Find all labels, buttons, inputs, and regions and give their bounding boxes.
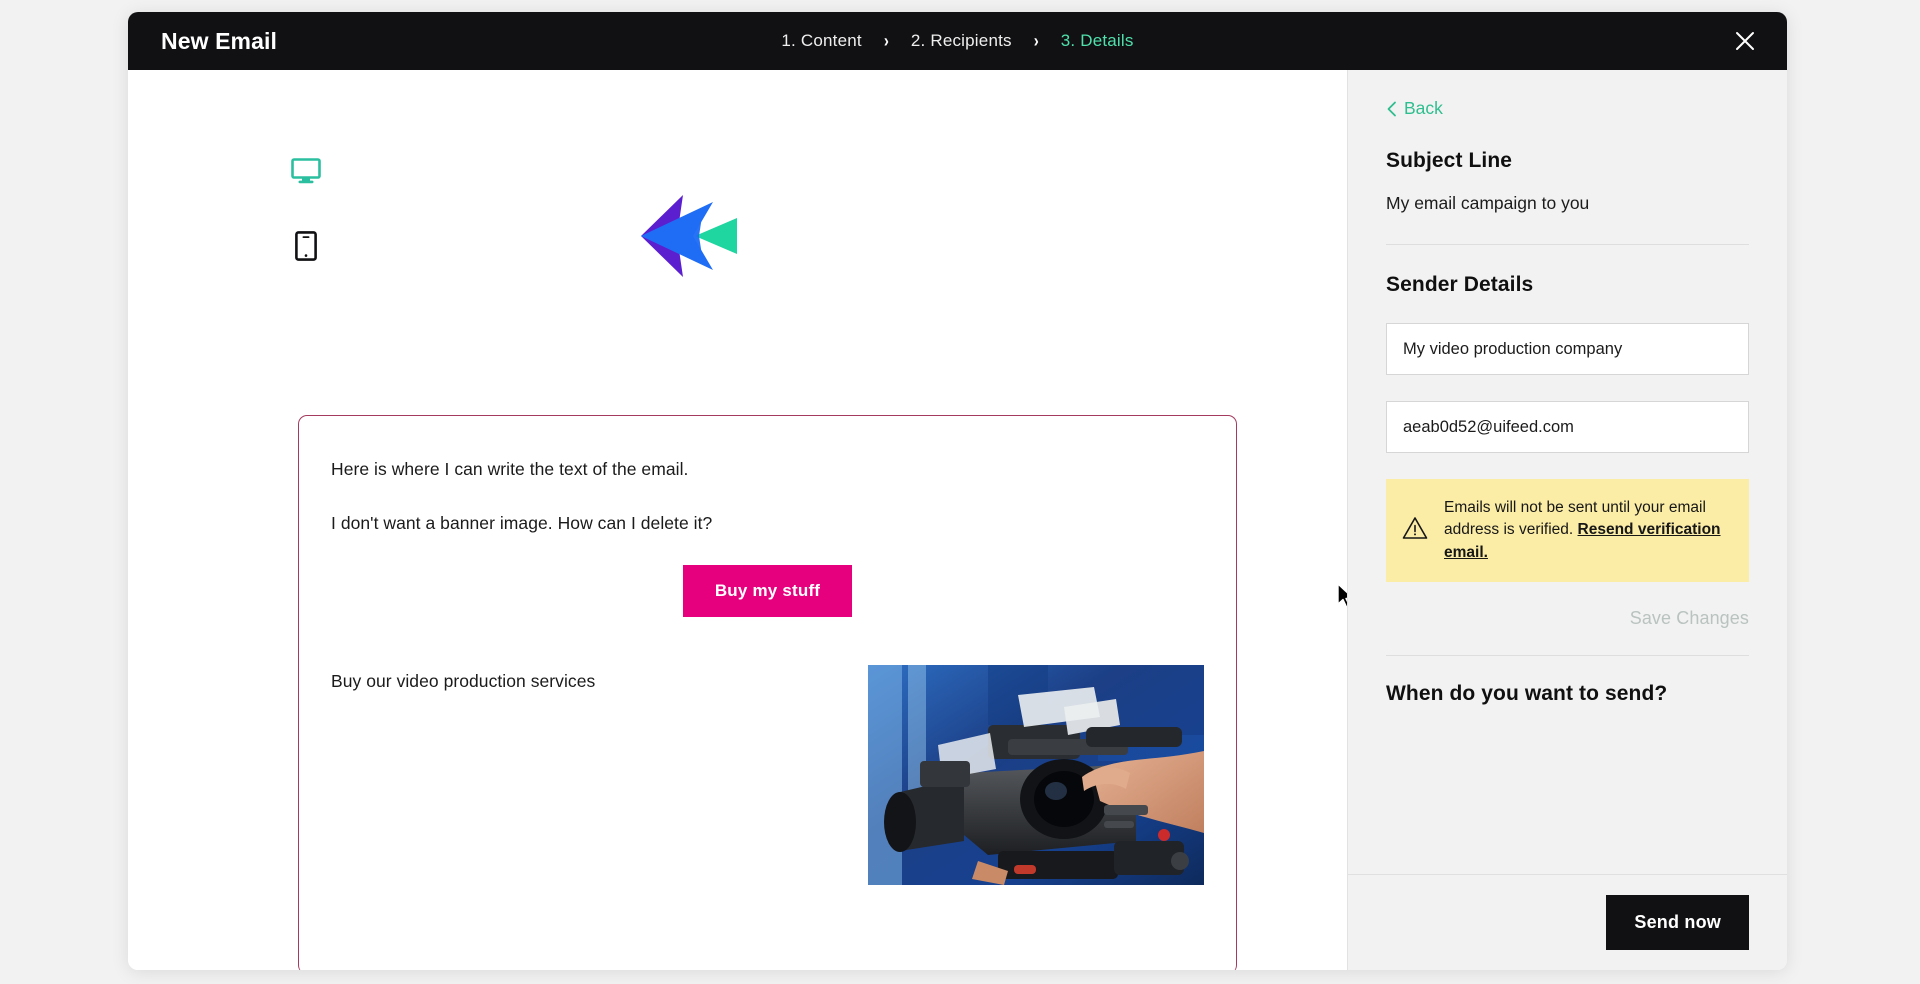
- divider: [1386, 244, 1749, 245]
- sidebar-content: Back Subject Line My email campaign to y…: [1348, 70, 1787, 874]
- subject-line-heading: Subject Line: [1386, 149, 1513, 172]
- modal-header: New Email 1. Content › 2. Recipients › 3…: [128, 12, 1787, 70]
- send-now-button[interactable]: Send now: [1606, 895, 1749, 950]
- email-preview-pane: Here is where I can write the text of th…: [128, 70, 1347, 970]
- new-email-modal: New Email 1. Content › 2. Recipients › 3…: [128, 12, 1787, 970]
- video-camera-photo: [868, 665, 1204, 886]
- mouse-cursor: [1336, 583, 1347, 609]
- buy-my-stuff-button[interactable]: Buy my stuff: [682, 565, 853, 618]
- warning-triangle-icon: [1402, 516, 1428, 545]
- email-body-card: Here is where I can write the text of th…: [298, 415, 1237, 970]
- monitor-icon[interactable]: [291, 158, 321, 189]
- verification-warning-text: Emails will not be sent until your email…: [1444, 497, 1729, 564]
- sender-name-input[interactable]: [1386, 323, 1749, 375]
- step-recipients[interactable]: 2. Recipients: [911, 31, 1012, 51]
- subject-line-value[interactable]: My email campaign to you: [1386, 193, 1749, 244]
- device-preview-switcher: [276, 158, 336, 458]
- back-label: Back: [1404, 98, 1443, 118]
- step-separator-icon: ›: [883, 30, 889, 52]
- verification-warning: Emails will not be sent until your email…: [1386, 479, 1749, 583]
- schedule-heading: When do you want to send?: [1386, 682, 1668, 706]
- email-paragraph: I don't want a banner image. How can I d…: [331, 512, 713, 533]
- chevron-left-icon: [1386, 101, 1397, 117]
- sender-email-input[interactable]: [1386, 401, 1749, 453]
- step-separator-icon: ›: [1033, 30, 1039, 52]
- mobile-phone-icon[interactable]: [295, 231, 317, 266]
- email-cta-wrapper: Buy my stuff: [331, 565, 1204, 618]
- email-product-block: Buy our video production services: [331, 665, 1204, 886]
- divider: [1386, 655, 1749, 657]
- sender-details-heading: Sender Details: [1386, 273, 1534, 296]
- details-sidebar: Back Subject Line My email campaign to y…: [1347, 70, 1787, 970]
- product-text: Buy our video production services: [331, 671, 596, 692]
- save-changes-button[interactable]: Save Changes: [1630, 608, 1749, 629]
- brand-fan-logo: [637, 188, 747, 284]
- step-breadcrumb: 1. Content › 2. Recipients › 3. Details: [128, 31, 1787, 51]
- step-content[interactable]: 1. Content: [781, 31, 861, 51]
- back-button[interactable]: Back: [1386, 98, 1749, 119]
- sidebar-footer: Send now: [1348, 874, 1787, 970]
- email-paragraph: Here is where I can write the text of th…: [331, 459, 689, 479]
- page-title: New Email: [161, 27, 277, 54]
- modal-body: Here is where I can write the text of th…: [128, 70, 1787, 970]
- close-icon[interactable]: [1725, 21, 1765, 61]
- save-changes-row: Save Changes: [1386, 586, 1749, 655]
- step-details[interactable]: 3. Details: [1061, 31, 1134, 51]
